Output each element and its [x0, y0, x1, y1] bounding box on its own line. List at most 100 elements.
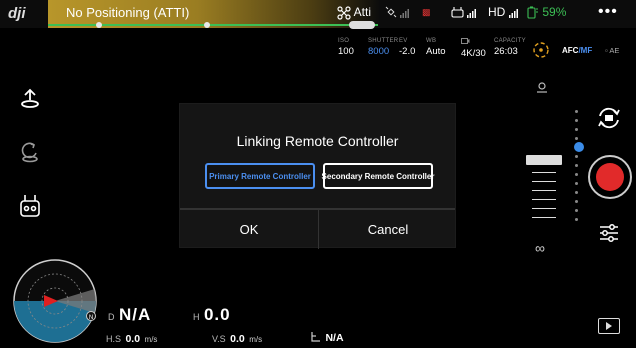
camera-settings-icon[interactable] — [535, 80, 549, 94]
capacity-label: CAPACITY — [494, 38, 526, 44]
obstacle-warning-icon[interactable]: ▩ — [422, 7, 431, 18]
playback-button[interactable] — [598, 318, 620, 334]
battery-status[interactable]: 59% — [527, 5, 566, 19]
ae-label: AE — [609, 46, 620, 55]
battery-percent: 59% — [542, 5, 567, 19]
linking-rc-dialog: Linking Remote Controller Primary Remote… — [179, 103, 457, 249]
focus-target-icon[interactable] — [531, 40, 551, 60]
focus-scale-line — [532, 190, 556, 191]
atti-status[interactable]: Atti — [337, 5, 371, 20]
wb-label: WB — [426, 38, 437, 44]
progress-marker-mid — [204, 22, 210, 28]
iso-label: ISO — [338, 38, 350, 44]
shutter-value: 8000 — [368, 46, 390, 57]
play-icon — [606, 322, 612, 330]
gps-status[interactable] — [385, 5, 410, 19]
hd-label: HD — [488, 5, 506, 19]
atti-pill — [349, 21, 375, 29]
focus-indicator-bar — [526, 155, 562, 165]
attitude-radar[interactable]: N — [12, 258, 98, 344]
cancel-button[interactable]: Cancel — [319, 210, 457, 249]
slider-tick — [575, 218, 578, 221]
home-point-icon — [311, 332, 320, 342]
distance-value: N/A — [118, 305, 152, 324]
gimbal-slider-knob[interactable] — [574, 142, 584, 152]
switch-mode-icon[interactable] — [596, 105, 622, 131]
video-setting[interactable]: 4K/30 — [461, 38, 486, 59]
iso-setting[interactable]: ISO 100 — [338, 38, 354, 57]
slider-tick — [575, 182, 578, 185]
focus-mode-toggle[interactable]: AFC/MF — [562, 46, 592, 55]
slider-tick — [575, 173, 578, 176]
distance-label: D — [108, 312, 115, 322]
flight-mode-label[interactable]: No Positioning (ATTI) — [66, 5, 189, 20]
gimbal-slider[interactable] — [573, 110, 585, 230]
focus-scale-line — [532, 208, 556, 209]
rc-signal[interactable] — [451, 5, 477, 19]
focus-mode-mf: /MF — [578, 46, 593, 55]
distance-readout: D N/A — [108, 305, 151, 325]
capacity-setting[interactable]: CAPACITY 26:03 — [494, 38, 526, 57]
dji-logo-text: dji — [8, 5, 26, 22]
remote-controller-icon-large — [20, 195, 40, 217]
height-value: 0.0 — [203, 305, 231, 324]
slider-tick — [575, 200, 578, 203]
remote-controller-button[interactable] — [14, 190, 46, 222]
vs-unit: m/s — [249, 335, 263, 344]
hd-signal[interactable]: HD — [488, 5, 519, 19]
atti-label: Atti — [353, 5, 372, 19]
remote-controller-icon — [451, 7, 464, 18]
hs-value: 0.0 — [125, 333, 141, 345]
takeoff-button[interactable] — [14, 82, 46, 114]
record-button[interactable] — [588, 155, 632, 199]
home-distance-value: N/A — [325, 332, 344, 344]
ev-label: EV — [399, 38, 408, 44]
slider-tick — [575, 110, 578, 113]
height-readout: H 0.0 — [193, 305, 231, 325]
dji-logo[interactable]: dji — [6, 3, 46, 23]
camera-glyph — [605, 115, 613, 121]
more-menu-icon[interactable]: ••• — [598, 3, 618, 21]
slider-tick — [575, 209, 578, 212]
focus-scale-line — [532, 217, 556, 218]
focus-scale-line — [532, 181, 556, 182]
slider-tick — [575, 164, 578, 167]
iso-value: 100 — [338, 46, 354, 57]
secondary-rc-button[interactable]: Secondary Remote Controller — [322, 163, 434, 189]
focus-scale-line — [532, 199, 556, 200]
signal-bars-icon — [400, 8, 410, 18]
dialog-title: Linking Remote Controller — [236, 133, 399, 149]
ev-value: -2.0 — [399, 46, 416, 57]
takeoff-icon — [21, 88, 39, 108]
capacity-value: 26:03 — [494, 46, 518, 57]
north-label: N — [89, 315, 93, 321]
wb-setting[interactable]: WB Auto — [426, 38, 446, 57]
horizontal-speed-readout: H.S 0.0 m/s — [106, 329, 157, 347]
ok-button[interactable]: OK — [180, 210, 318, 249]
return-home-button[interactable] — [14, 136, 46, 168]
shutter-label: SHUTTER — [368, 38, 399, 44]
focus-mode-afc: AFC — [562, 46, 579, 55]
hs-label: H.S — [106, 334, 122, 344]
drone-icon — [337, 6, 351, 20]
return-home-icon — [21, 142, 38, 163]
camera-params-icon[interactable] — [598, 222, 620, 244]
slider-tick — [575, 119, 578, 122]
rc-signal-bars-icon — [467, 8, 477, 18]
ev-setting[interactable]: EV -2.0 — [399, 38, 415, 57]
ae-lock[interactable]: ▫ AE — [605, 46, 619, 55]
height-label: H — [193, 312, 200, 322]
vs-value: 0.0 — [230, 333, 245, 345]
focus-infinity-label: ∞ — [535, 240, 545, 256]
focus-scale-line — [532, 172, 556, 173]
battery-icon — [527, 6, 538, 19]
record-indicator — [596, 163, 624, 191]
slider-tick — [575, 137, 578, 140]
hd-signal-bars-icon — [508, 8, 518, 18]
shutter-setting[interactable]: SHUTTER 8000 — [368, 38, 398, 57]
slider-tick — [575, 155, 578, 158]
progress-marker-start — [96, 22, 102, 28]
wb-value: Auto — [426, 46, 446, 57]
home-distance-readout: N/A — [310, 328, 344, 346]
primary-rc-button[interactable]: Primary Remote Controller — [205, 163, 315, 189]
